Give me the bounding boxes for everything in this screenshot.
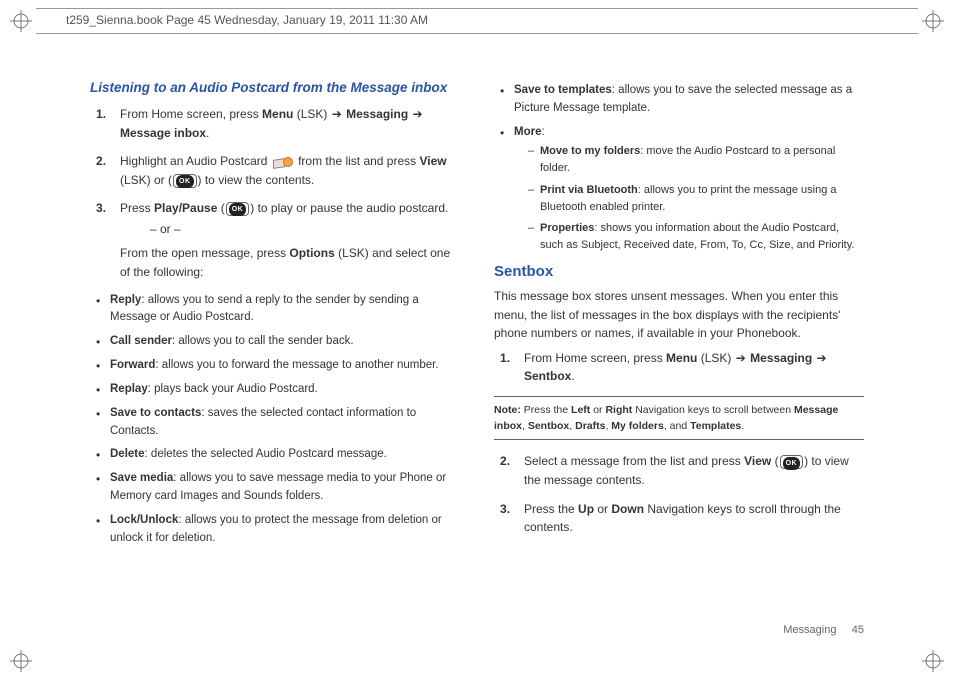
sentbox-step-1: From Home screen, press Menu (LSK) ➔ Mes… (494, 349, 864, 386)
crop-mark-tl (10, 10, 32, 32)
step-2: Highlight an Audio Postcard from the lis… (90, 152, 460, 189)
left-column: Listening to an Audio Postcard from the … (90, 78, 460, 622)
footer-section: Messaging (783, 624, 836, 636)
step-or: – or – (120, 220, 460, 239)
section-heading-sentbox: Sentbox (494, 260, 864, 283)
option-save-to-contacts: Save to contacts: saves the selected con… (96, 405, 460, 441)
step-3: Press Play/Pause (OK) to play or pause t… (90, 199, 460, 281)
ok-key-icon: OK (173, 174, 197, 188)
option-more-print: Print via Bluetooth: allows you to print… (528, 182, 864, 216)
sentbox-step-3: Press the Up or Down Navigation keys to … (494, 500, 864, 537)
note-box: Note: Press the Left or Right Navigation… (494, 396, 864, 441)
option-call-sender: Call sender: allows you to call the send… (96, 333, 460, 351)
option-more: More: Move to my folders: move the Audio… (500, 124, 864, 254)
option-more-properties: Properties: shows you information about … (528, 220, 864, 254)
section-title-listening: Listening to an Audio Postcard from the … (90, 78, 460, 99)
option-delete: Delete: deletes the selected Audio Postc… (96, 446, 460, 464)
option-more-move: Move to my folders: move the Audio Postc… (528, 143, 864, 177)
audio-postcard-icon (273, 155, 293, 169)
option-replay: Replay: plays back your Audio Postcard. (96, 381, 460, 399)
option-save-to-templates: Save to templates: allows you to save th… (500, 82, 864, 118)
option-forward: Forward: allows you to forward the messa… (96, 357, 460, 375)
option-lock-unlock: Lock/Unlock: allows you to protect the m… (96, 512, 460, 548)
sentbox-intro: This message box stores unsent messages.… (494, 287, 864, 343)
option-save-media: Save media: allows you to save message m… (96, 470, 460, 506)
sentbox-step-2: Select a message from the list and press… (494, 452, 864, 489)
footer-page-number: 45 (852, 624, 864, 636)
ok-key-icon: OK (780, 455, 804, 469)
ok-key-icon: OK (226, 202, 250, 216)
crop-mark-tr (922, 10, 944, 32)
right-column: Save to templates: allows you to save th… (494, 78, 864, 622)
step-1: From Home screen, press Menu (LSK) ➔ Mes… (90, 105, 460, 142)
page-header: t259_Sienna.book Page 45 Wednesday, Janu… (36, 8, 918, 34)
crop-mark-br (922, 650, 944, 672)
page-footer: Messaging 45 (783, 624, 864, 636)
page-header-text: t259_Sienna.book Page 45 Wednesday, Janu… (36, 9, 918, 33)
option-reply: Reply: allows you to send a reply to the… (96, 292, 460, 328)
crop-mark-bl (10, 650, 32, 672)
